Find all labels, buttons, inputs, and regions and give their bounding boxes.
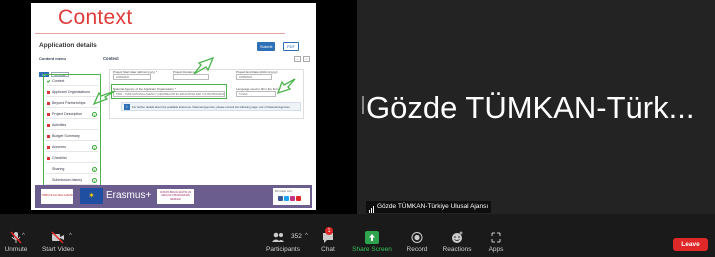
video-off-icon (51, 231, 64, 244)
start-date-field[interactable]: 01/09/2022 (113, 74, 151, 80)
record-icon (411, 232, 423, 243)
start-video-button[interactable]: Start Video (38, 230, 78, 257)
apps-button[interactable]: Apps (484, 230, 508, 257)
muted-microphone-icon (10, 231, 22, 244)
signal-strength-icon (369, 201, 375, 213)
share-screen-icon (365, 231, 379, 244)
info-banner: i For further details about the availabl… (121, 102, 301, 111)
twitter-icon (284, 196, 289, 201)
speaker-name-tag-label: Gözde TÜMKAN-Türkiye Ulusal Ajansı (377, 203, 489, 210)
start-video-label: Start Video (41, 246, 75, 253)
record-label: Record (406, 246, 428, 253)
application-details-title: Application details (39, 42, 97, 49)
youtube-icon (296, 196, 301, 201)
reactions-button[interactable]: Reactions (440, 230, 474, 257)
menu-item-label: Context (52, 79, 65, 83)
count-badge: 1 (92, 178, 97, 183)
menu-item-label: Annexes (52, 145, 66, 149)
speaker-name-tag: Gözde TÜMKAN-Türkiye Ulusal Ajansı (366, 201, 492, 213)
reactions-label: Reactions (442, 246, 472, 253)
menu-item-checklist[interactable]: Checklist (46, 154, 98, 163)
check-icon (46, 79, 51, 83)
shared-screen-area: Context Application details Submit PDF C… (0, 0, 357, 214)
presentation-slide: Context Application details Submit PDF C… (31, 3, 316, 210)
ulusal-ajans-logo: TÜRKİYE ULUSAL AJANSI (41, 189, 73, 204)
menu-item-label: Activities (52, 123, 67, 127)
share-screen-label: Share Screen (352, 246, 392, 253)
menu-item-label: Sharing (52, 167, 65, 171)
social-follow-text: Bizi takip edin (275, 189, 293, 193)
menu-item-label: Project Description (52, 112, 83, 116)
slide-title: Context (58, 6, 133, 29)
slide-footer: TÜRKİYE ULUSAL AJANSI ✶ Erasmus+ AVRUPA … (35, 185, 312, 208)
participants-label: Participants (266, 246, 300, 253)
facebook-icon (278, 196, 283, 201)
unmute-button[interactable]: Unmute (2, 230, 30, 257)
video-options-chevron-icon[interactable]: ^ (69, 233, 72, 239)
social-media-panel: Bizi takip edin (273, 188, 310, 205)
record-button[interactable]: Record (402, 230, 432, 257)
menu-item-annexes[interactable]: Annexes 1 (46, 143, 98, 152)
speaker-tile[interactable]: Gözde TÜMKAN-Türk... Gözde TÜMKAN-Türkiy… (357, 0, 715, 214)
annotation-arrow-icon (92, 90, 116, 106)
error-icon (47, 91, 50, 94)
eu-flag-icon: ✶ (80, 188, 103, 204)
end-date-field: 31/08/2023 (236, 74, 272, 80)
menu-item-label: Beyond Partnerships (52, 101, 86, 105)
info-banner-text: For further details about the available … (132, 105, 290, 109)
count-badge: 1 (92, 112, 97, 117)
menu-item-project-description[interactable]: Project Description 1 (46, 110, 98, 119)
error-icon (47, 135, 50, 138)
context-heading: Context (103, 56, 119, 61)
menu-item-sharing[interactable]: Sharing 1 (46, 165, 98, 174)
participants-icon (272, 232, 284, 242)
participants-chevron-icon[interactable]: ^ (305, 233, 308, 239)
meeting-toolbar: Unmute ^ Start Video ^ 352 Participants … (0, 227, 715, 257)
content-menu-title: Content menu (39, 56, 66, 61)
error-icon (47, 157, 50, 160)
annotation-highlight-box (111, 84, 227, 99)
annotation-arrow-icon (276, 78, 296, 95)
instagram-icon (290, 196, 295, 201)
participants-button[interactable]: 352 Participants (258, 230, 308, 257)
error-icon (47, 102, 50, 105)
menu-item-label: Applicant Organisations (52, 90, 90, 94)
unmute-label: Unmute (4, 246, 28, 253)
error-icon (47, 124, 50, 127)
annotation-arrow-icon (193, 56, 215, 75)
pdf-button[interactable]: PDF (283, 42, 299, 51)
participant-count: 352 (291, 233, 302, 240)
menu-item-label: Budget Summary (52, 134, 80, 138)
erasmus-logo-text: Erasmus+ (106, 190, 152, 201)
apps-icon (491, 232, 501, 243)
apps-label: Apps (488, 246, 504, 253)
submit-button[interactable]: Submit (257, 42, 276, 51)
leave-button[interactable]: Leave (673, 238, 708, 251)
zoom-meeting-window: Context Application details Submit PDF C… (0, 0, 715, 257)
language-select[interactable]: Turkish (236, 91, 276, 97)
reactions-smiley-icon (452, 231, 463, 243)
speaker-display-name: Gözde TÜMKAN-Türk... (366, 90, 695, 125)
ua-logo: AVRUPA BİRLİĞİ EĞİTİM VE GENÇLİK PROGRAM… (157, 189, 194, 204)
menu-item-activities[interactable]: Activities (46, 121, 98, 130)
count-badge: 1 (92, 167, 97, 172)
count-badge: 1 (92, 145, 97, 150)
audio-options-chevron-icon[interactable]: ^ (22, 233, 25, 239)
chat-label: Chat (321, 246, 335, 253)
error-icon (47, 146, 50, 149)
menu-item-label: Submission history (52, 178, 83, 182)
menu-item-context[interactable]: Context (46, 77, 98, 86)
expand-icon[interactable]: + (294, 56, 301, 62)
fullscreen-icon[interactable]: □ (303, 56, 310, 62)
menu-item-budget-summary[interactable]: Budget Summary (46, 132, 98, 141)
menu-item-label: Checklist (52, 156, 67, 160)
active-speaker-indicator (362, 96, 364, 114)
info-icon: i (124, 104, 130, 110)
share-screen-button[interactable]: Share Screen (350, 230, 394, 257)
menu-item-submission-history[interactable]: Submission history 1 (46, 176, 98, 185)
error-icon (47, 113, 50, 116)
chat-button[interactable]: 1 Chat (316, 227, 340, 257)
slide-title-rule (35, 33, 285, 34)
chat-unread-badge: 1 (325, 227, 333, 235)
